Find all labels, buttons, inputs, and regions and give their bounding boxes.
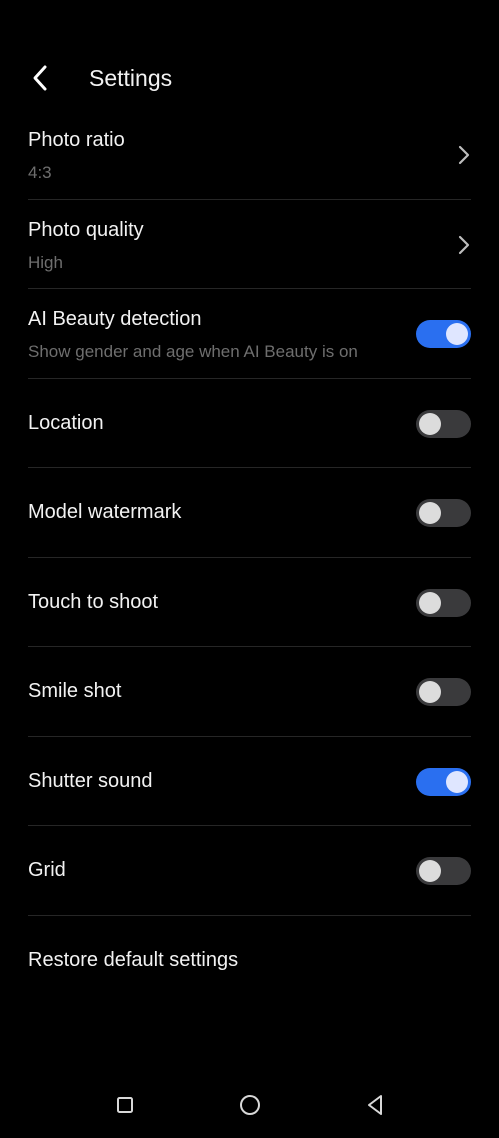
toggle-knob bbox=[419, 591, 441, 614]
back-nav-button[interactable] bbox=[360, 1090, 390, 1120]
setting-label: AI Beauty detection bbox=[28, 308, 202, 330]
setting-shutter-sound[interactable]: Shutter sound bbox=[28, 737, 471, 826]
toggle-knob bbox=[419, 502, 441, 524]
touch-to-shoot-toggle[interactable] bbox=[416, 588, 471, 617]
setting-value: High bbox=[28, 252, 63, 272]
setting-photo-ratio[interactable]: Photo ratio 4:3 bbox=[28, 110, 471, 200]
ai-beauty-toggle[interactable] bbox=[416, 320, 471, 348]
setting-model-watermark[interactable]: Model watermark bbox=[28, 468, 471, 558]
setting-label: Location bbox=[28, 411, 104, 434]
setting-label: Touch to shoot bbox=[28, 590, 159, 613]
setting-description: Show gender and age when AI Beauty is on bbox=[28, 342, 358, 361]
system-navigation-bar bbox=[0, 1078, 499, 1130]
chevron-right-icon bbox=[458, 145, 470, 165]
setting-photo-quality[interactable]: Photo quality High bbox=[28, 200, 471, 289]
setting-label: Smile shot bbox=[28, 680, 122, 702]
setting-label: Photo quality bbox=[28, 218, 144, 241]
page-title: Settings bbox=[89, 65, 173, 91]
smile-shot-toggle[interactable] bbox=[416, 678, 471, 706]
toggle-knob bbox=[446, 770, 468, 793]
toggle-knob bbox=[419, 412, 441, 435]
toggle-knob bbox=[419, 681, 441, 703]
location-toggle[interactable] bbox=[416, 409, 471, 438]
shutter-sound-toggle[interactable] bbox=[416, 767, 471, 796]
setting-location[interactable]: Location bbox=[28, 379, 471, 468]
toggle-knob bbox=[419, 860, 441, 882]
grid-toggle[interactable] bbox=[416, 857, 471, 885]
restore-label: Restore default settings bbox=[28, 948, 239, 971]
setting-value: 4:3 bbox=[28, 163, 52, 182]
app-header: Settings bbox=[0, 50, 499, 106]
setting-label: Shutter sound bbox=[28, 769, 153, 792]
setting-label: Grid bbox=[28, 859, 66, 881]
setting-label: Model watermark bbox=[28, 501, 182, 523]
setting-touch-to-shoot[interactable]: Touch to shoot bbox=[28, 558, 471, 647]
model-watermark-toggle[interactable] bbox=[416, 499, 471, 527]
toggle-knob bbox=[446, 323, 468, 345]
setting-label: Photo ratio bbox=[28, 129, 125, 151]
recents-button[interactable] bbox=[110, 1090, 140, 1120]
setting-ai-beauty-detection[interactable]: AI Beauty detection Show gender and age … bbox=[28, 289, 471, 379]
circle-home-icon bbox=[240, 1095, 260, 1115]
triangle-back-icon bbox=[368, 1095, 382, 1115]
chevron-right-icon bbox=[458, 235, 470, 254]
back-button[interactable] bbox=[22, 58, 58, 98]
home-button[interactable] bbox=[235, 1090, 265, 1120]
chevron-left-icon bbox=[33, 65, 47, 91]
settings-list: Photo ratio 4:3 Photo quality High AI Be… bbox=[28, 110, 471, 1005]
setting-grid[interactable]: Grid bbox=[28, 826, 471, 916]
setting-smile-shot[interactable]: Smile shot bbox=[28, 647, 471, 737]
restore-default-settings[interactable]: Restore default settings bbox=[28, 916, 471, 1006]
square-recents-icon bbox=[117, 1097, 133, 1113]
